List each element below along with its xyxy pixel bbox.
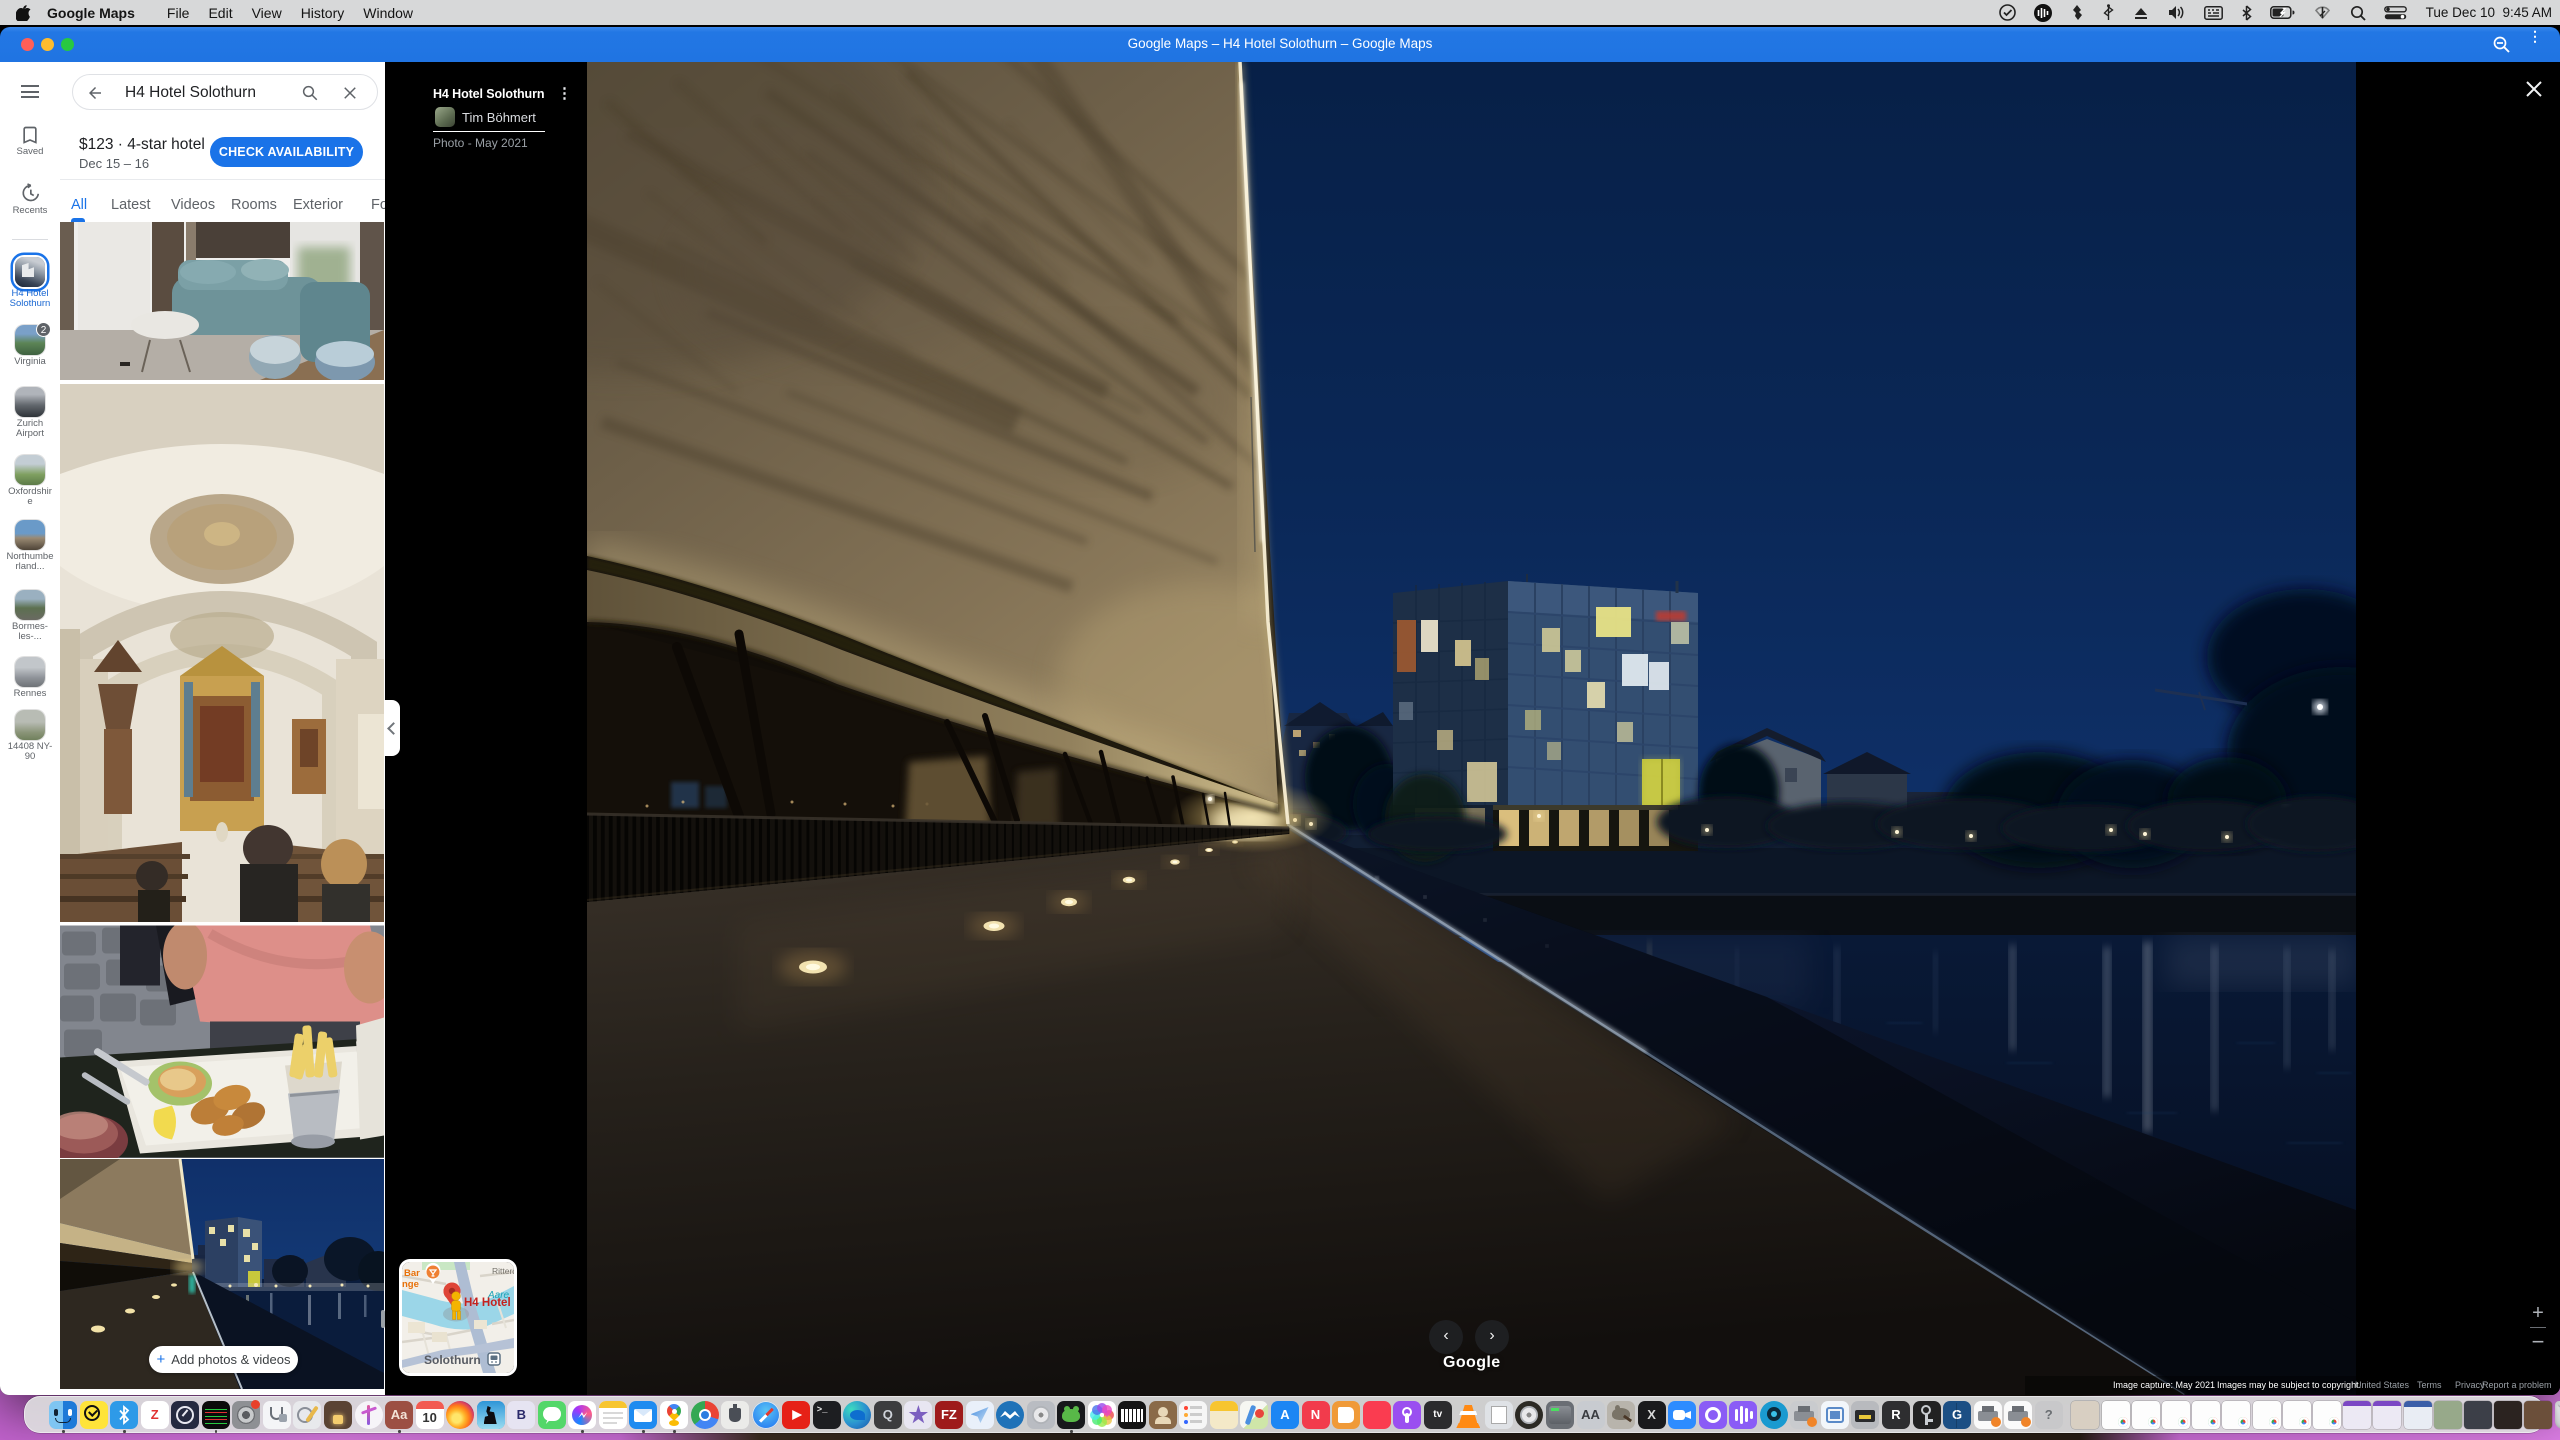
svg-text:Ritterq: Ritterq: [492, 1266, 514, 1276]
svg-text:Solothurn: Solothurn: [424, 1353, 481, 1367]
svg-text:nge: nge: [402, 1279, 419, 1290]
svg-text:Bar: Bar: [404, 1268, 420, 1279]
svg-text:H4 Hotel: H4 Hotel: [464, 1297, 511, 1309]
